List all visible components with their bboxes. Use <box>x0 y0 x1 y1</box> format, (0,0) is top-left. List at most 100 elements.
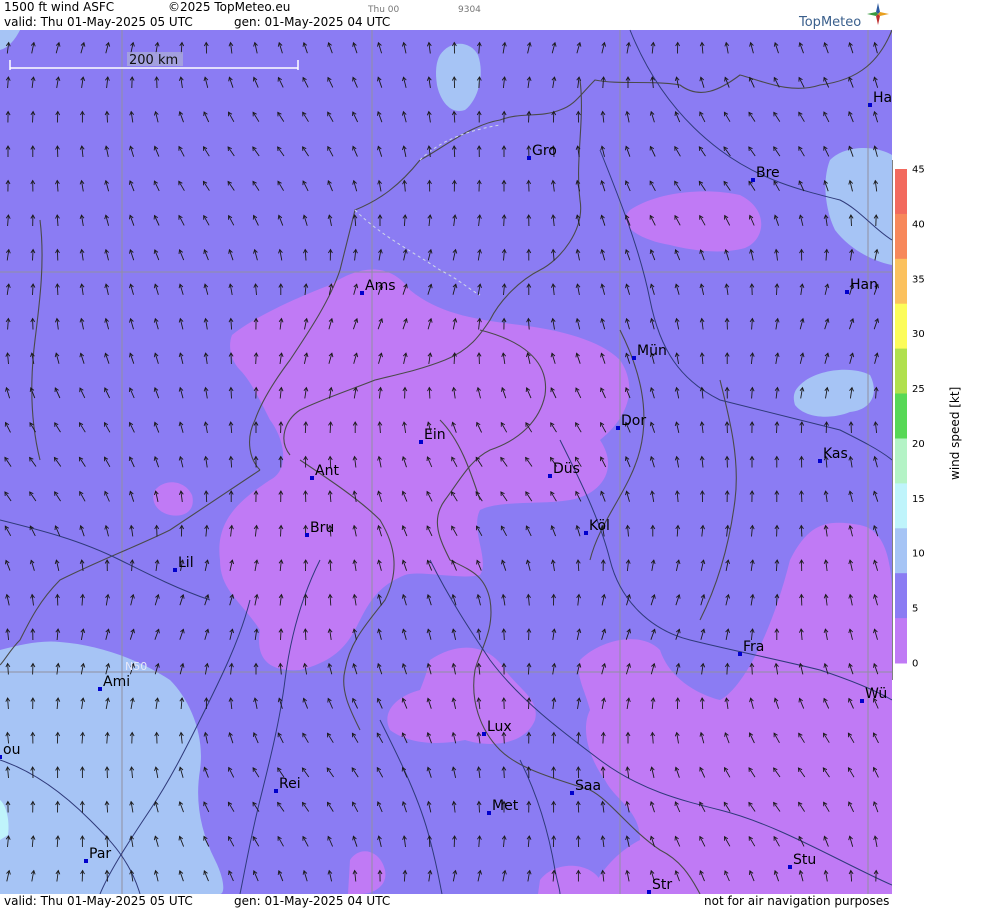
header-line-1: 1500 ft wind ASFC ©2025 TopMeteo.eu Thu … <box>0 0 892 16</box>
city-label: Ams <box>365 278 396 294</box>
legend-tick-label: 15 <box>912 494 925 505</box>
legend-color-band <box>895 348 907 394</box>
city-marker <box>818 459 822 463</box>
disclaimer: not for air navigation purposes <box>704 894 890 908</box>
legend-color-band <box>895 483 907 529</box>
city-label: ou <box>3 742 20 758</box>
city-par: Par <box>84 846 111 863</box>
city-label: Ant <box>315 463 339 479</box>
city-düs: Düs <box>548 461 580 478</box>
city-label: Lux <box>487 719 512 735</box>
city-label: Wü <box>865 686 887 702</box>
city-label: Str <box>652 877 672 893</box>
legend-color-band <box>895 393 907 439</box>
city-label: Lil <box>178 555 194 571</box>
legend-color-band <box>895 303 907 350</box>
legend-tick-label: 40 <box>912 219 925 230</box>
city-wü: Wü <box>860 686 887 703</box>
city-marker <box>868 103 872 107</box>
city-marker <box>788 865 792 869</box>
city-label: Köl <box>589 518 610 534</box>
city-bre: Bre <box>751 165 780 182</box>
legend-title: wind speed [kt] <box>948 386 962 480</box>
city-label: Par <box>89 846 111 862</box>
legend-color-band <box>895 213 907 260</box>
city-label: Ein <box>424 427 446 443</box>
legend-tick-label: 35 <box>912 274 925 285</box>
wind-speed-legend: 0 5 10 15 20 25 30 35 40 45 <box>892 160 925 680</box>
legend-tick-label: 20 <box>912 439 925 450</box>
city-marker <box>482 732 486 736</box>
city-saa: Saa <box>570 778 601 795</box>
city-mün: Mün <box>632 343 667 360</box>
city-marker <box>616 426 620 430</box>
footer: valid: Thu 01-May-2025 05 UTC gen: 01-Ma… <box>0 894 892 909</box>
city-lux: Lux <box>482 719 512 736</box>
city-label: Kas <box>823 446 848 462</box>
city-bru: Bru <box>305 520 334 537</box>
city-marker <box>527 156 531 160</box>
legend-color-band <box>895 169 907 215</box>
valid-time: valid: Thu 01-May-2025 05 UTC <box>4 15 193 29</box>
legend-color-band <box>895 438 907 484</box>
city-kas: Kas <box>818 446 848 463</box>
city-han: Han <box>845 277 878 294</box>
generated-time: gen: 01-May-2025 04 UTC <box>234 15 391 29</box>
city-label: Düs <box>553 461 580 477</box>
map-viewer: 200 km N50 Gro Bre Ha Ams Han Mün Ein Dor Ant Düs… <box>0 0 983 909</box>
city-ams: Ams <box>360 278 396 295</box>
city-marker <box>845 290 849 294</box>
city-marker <box>305 533 309 537</box>
city-label: Ha <box>873 90 892 106</box>
city-label: Met <box>492 798 519 814</box>
city-ou: ou <box>0 742 20 759</box>
legend-tick-label: 0 <box>912 659 918 670</box>
city-marker <box>584 531 588 535</box>
city-marker <box>360 291 364 295</box>
city-marker <box>738 652 742 656</box>
city-label: Gro <box>532 143 557 159</box>
footer-valid-time: valid: Thu 01-May-2025 05 UTC <box>4 894 193 908</box>
city-stu: Stu <box>788 852 816 869</box>
city-label: Rei <box>279 776 301 792</box>
city-dor: Dor <box>616 413 646 430</box>
city-met: Met <box>487 798 519 815</box>
city-marker <box>548 474 552 478</box>
legend-color-band <box>895 573 907 619</box>
city-marker <box>0 755 2 759</box>
city-label: Bre <box>756 165 780 181</box>
city-marker <box>310 476 314 480</box>
legend-color-band <box>895 528 907 574</box>
legend-tick-label: 30 <box>912 329 925 340</box>
grid-label-lat: N50 <box>125 660 147 673</box>
legend-color-band <box>895 258 907 305</box>
city-gro: Gro <box>527 143 557 160</box>
city-ant: Ant <box>310 463 339 480</box>
legend-color-band <box>895 618 907 664</box>
city-label: Mün <box>637 343 667 359</box>
header-line-2: valid: Thu 01-May-2025 05 UTC gen: 01-Ma… <box>0 15 892 31</box>
city-label: Stu <box>793 852 816 868</box>
legend-tick-label: 25 <box>912 384 925 395</box>
legend-tick-label: 10 <box>912 549 925 560</box>
brand-name: TopMeteo <box>799 15 862 30</box>
city-label: Han <box>850 277 878 293</box>
city-marker <box>632 356 636 360</box>
city-marker <box>487 811 491 815</box>
scale-bar-label: 200 km <box>129 53 178 68</box>
city-marker <box>84 859 88 863</box>
product-title: 1500 ft wind ASFC <box>4 0 115 14</box>
city-label: Bru <box>310 520 334 536</box>
footer-generated-time: gen: 01-May-2025 04 UTC <box>234 894 391 908</box>
city-marker <box>860 699 864 703</box>
copyright: ©2025 TopMeteo.eu <box>168 0 291 14</box>
city-label: Dor <box>621 413 646 429</box>
city-marker <box>570 791 574 795</box>
city-label: Ami <box>103 674 130 690</box>
city-marker <box>274 789 278 793</box>
legend-tick-label: 45 <box>912 165 925 176</box>
city-marker <box>173 568 177 572</box>
wind-map[interactable]: 200 km N50 Gro Bre Ha Ams Han Mün Ein Dor Ant Düs… <box>0 0 892 909</box>
city-label: Saa <box>575 778 601 794</box>
city-marker <box>98 687 102 691</box>
